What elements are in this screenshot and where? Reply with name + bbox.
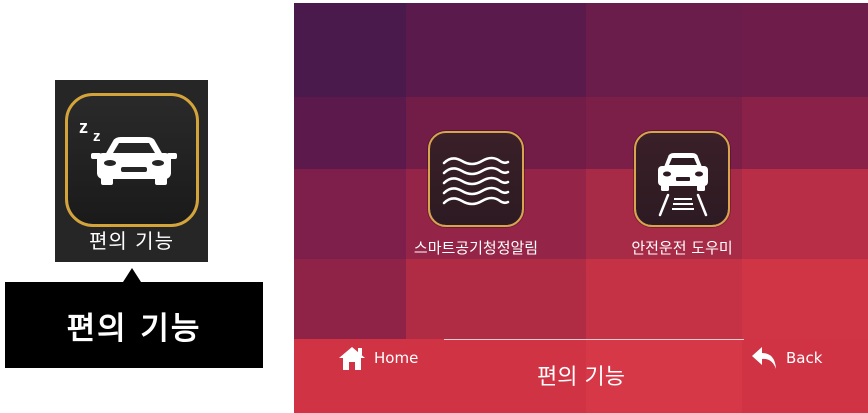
tooltip: 편의 기능 (5, 282, 263, 368)
app-label-safe-driving: 안전운전 도우미 (631, 239, 733, 257)
screen-title: 편의 기능 (537, 365, 625, 390)
svg-text:z: z (79, 117, 88, 137)
convenience-app-tile[interactable]: z z 편의 기능 (55, 80, 208, 262)
svg-text:z: z (93, 128, 101, 145)
car-lane-icon (658, 153, 708, 217)
sleeping-car-icon: z z (65, 93, 199, 227)
safe-driving-assistant-app[interactable] (634, 131, 730, 227)
air-waves-icon (442, 156, 510, 206)
smart-air-purifier-alert-app[interactable] (428, 131, 524, 227)
tile-label: 편의 기능 (89, 229, 174, 253)
device-screen: 스마트공기청정알림 안전운전 도우미 Home Back 편의 기능 (294, 3, 868, 413)
divider-line (444, 339, 744, 340)
app-label-smart-air: 스마트공기청정알림 (413, 239, 539, 257)
tooltip-arrow (123, 268, 141, 282)
